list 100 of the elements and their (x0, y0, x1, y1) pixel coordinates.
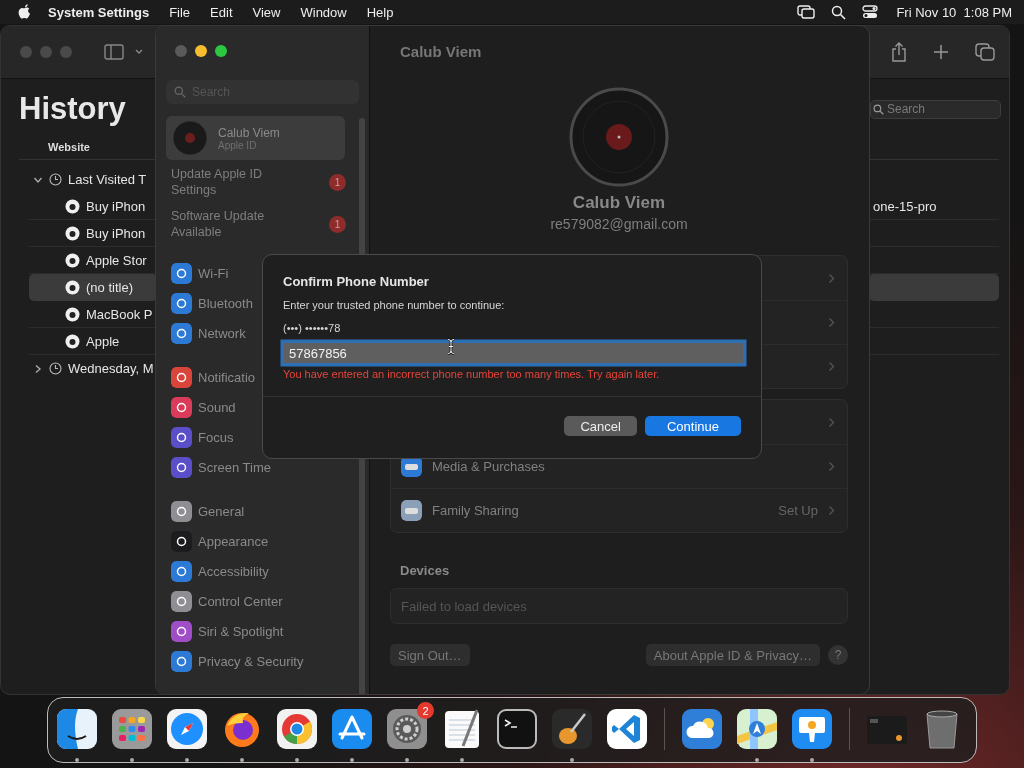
help-button[interactable]: ? (828, 645, 848, 665)
row-label: Media & Purchases (432, 458, 545, 474)
app-grid-icon[interactable] (111, 708, 153, 750)
sidebar-label: Bluetooth (198, 295, 253, 311)
favicon-icon (65, 253, 80, 268)
page-title-text: (no title) (86, 280, 133, 295)
account-name: Calub Viem (218, 125, 280, 140)
alert-item[interactable]: Software Update Available (171, 208, 289, 240)
sidebar-item[interactable]: Siri & Spotlight (166, 616, 353, 646)
sidebar-label: Siri & Spotlight (198, 623, 284, 639)
favicon-icon (65, 226, 80, 241)
terminal-icon[interactable] (496, 708, 538, 750)
plus-icon[interactable] (933, 44, 949, 60)
menu-item[interactable]: View (242, 4, 291, 20)
apple-logo-icon[interactable] (18, 4, 32, 20)
count-badge: 1 (329, 173, 346, 191)
sidebar-icon[interactable] (104, 44, 124, 60)
profile-email: re579082@gmail.com (550, 216, 688, 232)
dialog-prompt: Enter your trusted phone number to continue: (283, 299, 506, 311)
history-row[interactable]: MacBook P (29, 301, 157, 328)
group-label: Wednesday, M (68, 361, 154, 376)
history-group-row[interactable]: Wednesday, M (29, 355, 157, 382)
cloud-icon[interactable] (681, 708, 723, 750)
favicon-icon (65, 199, 80, 214)
ribbon-icon[interactable] (606, 708, 648, 750)
split-tile-icon[interactable] (56, 708, 98, 750)
app-menu[interactable]: System Settings (48, 4, 150, 20)
phone-input-field[interactable]: 57867856 (283, 342, 744, 364)
sidebar-label: Privacy & Security (198, 653, 304, 669)
menu-item[interactable]: Edit (200, 4, 243, 20)
row-label: Family Sharing (432, 502, 519, 518)
masked-phone-number: (•••) ••••••78 (283, 322, 342, 334)
sidebar-label: Control Center (198, 593, 283, 609)
record-avatar-icon (569, 87, 669, 187)
text-cursor-icon (446, 338, 456, 355)
sidebar-item[interactable]: Privacy & Security (166, 646, 353, 676)
podium-icon[interactable] (791, 708, 833, 750)
sidebar-label: Screen Time (198, 459, 271, 475)
map-icon[interactable] (736, 708, 778, 750)
search-icon (174, 86, 186, 98)
history-row[interactable]: Apple (29, 328, 157, 355)
history-row[interactable]: Buy iPhon (29, 220, 157, 247)
sidebar-item[interactable]: General (166, 496, 353, 526)
compass-icon[interactable] (166, 708, 208, 750)
minimize-button[interactable] (195, 45, 207, 57)
settings-row[interactable]: Family Sharing Set Up (391, 488, 847, 532)
error-message: You have entered an incorrect phone number too many times. Try again later. (283, 368, 661, 380)
row-detail: Set Up (778, 502, 818, 518)
history-row[interactable]: Buy iPhon (29, 193, 157, 220)
notification-badge: 2 (417, 702, 434, 719)
sign-out-button[interactable]: Sign Out… (390, 644, 470, 666)
page-title-text: MacBook P (86, 307, 153, 322)
sidebar-label: General (198, 503, 245, 519)
chevron-down-icon[interactable] (134, 48, 144, 56)
sidebar-label: Sound (198, 399, 236, 415)
sidebar-item[interactable]: Accessibility (166, 556, 353, 586)
sidebar-item[interactable]: Appearance (166, 526, 353, 556)
control-center-icon[interactable] (862, 5, 879, 19)
sidebar-label: Wi-Fi (198, 265, 229, 281)
sidebar-label: Network (198, 325, 246, 341)
menu-clock[interactable]: Fri Nov 10 1:08 PM (896, 4, 1012, 20)
dialog-title: Confirm Phone Number (283, 274, 430, 289)
menu-item[interactable]: Window (290, 4, 357, 20)
menu-item[interactable]: File (159, 4, 201, 20)
page-title-text: Apple Stor (86, 253, 147, 268)
sidebar-label: Notificatio (198, 369, 256, 385)
window-title: Calub Viem (400, 42, 482, 60)
clock-icon (49, 173, 62, 186)
history-row-end[interactable]: one-15-pro (869, 193, 999, 220)
search-field[interactable]: Search (870, 99, 1001, 119)
history-row[interactable]: (no title) (29, 274, 157, 301)
search-icon (873, 103, 884, 115)
continue-button[interactable]: Continue (644, 416, 741, 436)
page-title-text: Apple (86, 334, 120, 349)
menu-item[interactable]: Help (356, 4, 404, 20)
guitar-icon[interactable] (551, 708, 593, 750)
column-header[interactable]: Website (48, 141, 90, 153)
disclosure-chevron-icon[interactable] (33, 363, 43, 374)
screen-mirroring-icon[interactable] (797, 5, 816, 19)
search-icon[interactable] (831, 4, 847, 20)
about-button[interactable]: About Apple ID & Privacy… (645, 644, 820, 666)
sidebar-label: Appearance (198, 533, 269, 549)
gear-icon[interactable] (386, 708, 428, 750)
favicon-icon (65, 280, 80, 295)
history-row[interactable]: Apple Stor (29, 247, 157, 274)
zoom-button[interactable] (215, 45, 227, 57)
cancel-button[interactable]: Cancel (564, 416, 637, 436)
tabs-icon[interactable] (975, 43, 995, 61)
history-group-row[interactable]: Last Visited T (29, 166, 157, 193)
favicon-icon (65, 307, 80, 322)
share-icon[interactable] (891, 42, 907, 62)
wheel-icon[interactable] (276, 708, 318, 750)
sidebar-item[interactable]: Control Center (166, 586, 353, 616)
count-badge: 1 (329, 215, 346, 233)
clock-icon (49, 362, 62, 375)
record-avatar-icon (172, 120, 208, 156)
group-label: Last Visited T (68, 172, 147, 187)
sidebar-label: Focus (198, 429, 234, 445)
alert-item[interactable]: Update Apple ID Settings (171, 166, 289, 198)
page-address: one-15-pro (872, 199, 937, 214)
